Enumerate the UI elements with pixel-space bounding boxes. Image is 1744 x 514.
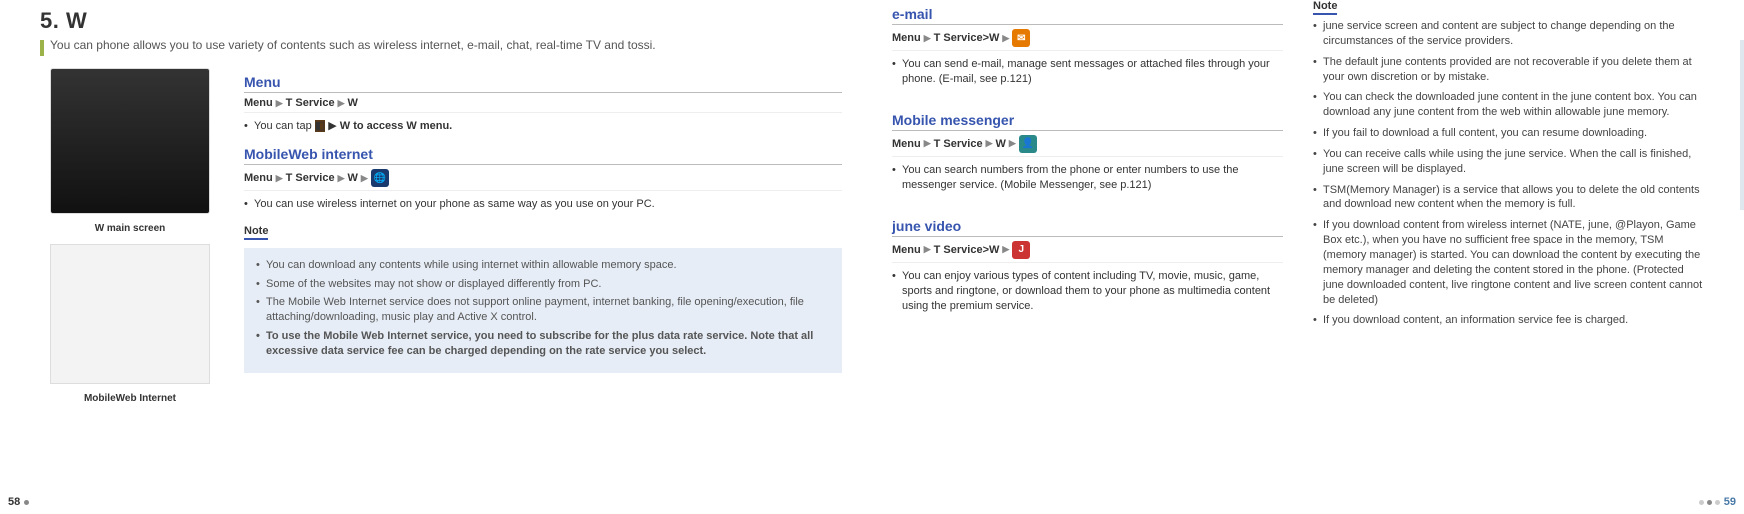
arrow-icon: ▶ [276, 98, 283, 109]
bullet-item: You can search numbers from the phone or… [892, 163, 1283, 194]
path-segment: Menu [244, 97, 273, 109]
page-left: 5. W You can phone allows you to use var… [0, 0, 872, 514]
bullet-item: You can use wireless internet on your ph… [244, 197, 842, 212]
arrow-icon: ▶ [1009, 138, 1016, 149]
arrow-icon: ▶ [924, 33, 931, 44]
messenger-icon: 👤 [1019, 135, 1037, 153]
dot-icon [24, 500, 29, 505]
path-segment: T Service>W [934, 244, 1000, 256]
note-box: You can download any contents while usin… [244, 248, 842, 373]
page-dots-left [24, 500, 29, 505]
bullet-item: You can tap ◧ ▶ W to access W menu. [244, 119, 842, 134]
note-item: If you fail to download a full content, … [1313, 126, 1704, 141]
section-email-bullets: You can send e-mail, manage sent message… [892, 57, 1283, 88]
right-column-b: Note june service screen and content are… [1313, 0, 1704, 334]
path-segment: T Service [286, 172, 335, 184]
note-item: Some of the websites may not show or dis… [256, 277, 830, 292]
bullet-item: You can enjoy various types of content i… [892, 269, 1283, 315]
note-item: If you download content, an information … [1313, 313, 1704, 328]
bullet-lead: You can tap [254, 120, 312, 132]
arrow-icon: ▶ [1002, 33, 1009, 44]
section-email-title: e-mail [892, 6, 1283, 25]
note-item: To use the Mobile Web Internet service, … [256, 329, 830, 359]
section-mobileweb-path: Menu ▶ T Service ▶ W ▶ 🌐 [244, 169, 842, 191]
note-item: The Mobile Web Internet service does not… [256, 295, 830, 325]
arrow-icon: ▶ [328, 120, 336, 132]
page-dots-right [1699, 500, 1720, 505]
june-icon: J [1012, 241, 1030, 259]
screenshot-label-2: MobileWeb Internet [40, 393, 220, 404]
arrow-icon: ▶ [924, 244, 931, 255]
intro-accent-bar [40, 40, 44, 56]
path-segment: Menu [244, 172, 273, 184]
note-item: If you download content from wireless in… [1313, 218, 1704, 307]
note-heading: Note [1313, 0, 1337, 15]
arrow-icon: ▶ [338, 173, 345, 184]
w-app-icon: ◧ [315, 120, 325, 132]
screenshot-column: W main screen MobileWeb Internet [40, 68, 220, 414]
dot-icon [1699, 500, 1704, 505]
note-item: You can download any contents while usin… [256, 258, 830, 273]
intro-row: You can phone allows you to use variety … [40, 38, 852, 56]
note-list-right: june service screen and content are subj… [1313, 19, 1704, 328]
path-segment: W [996, 138, 1006, 150]
section-menu-path: Menu ▶ T Service ▶ W [244, 97, 842, 113]
section-tab: 03 T Service [1740, 40, 1744, 210]
section-menu-title: Menu [244, 74, 842, 93]
section-mobileweb-title: MobileWeb internet [244, 146, 842, 165]
dot-icon [1707, 500, 1712, 505]
note-item: You can check the downloaded june conten… [1313, 90, 1704, 120]
arrow-icon: ▶ [1002, 244, 1009, 255]
path-segment: T Service [934, 138, 983, 150]
note-item: You can receive calls while using the ju… [1313, 147, 1704, 177]
screenshot-mobileweb [50, 244, 210, 384]
note-heading: Note [244, 225, 268, 240]
path-segment: Menu [892, 32, 921, 44]
note-item: june service screen and content are subj… [1313, 19, 1704, 49]
path-segment: Menu [892, 138, 921, 150]
arrow-icon: ▶ [924, 138, 931, 149]
arrow-icon: ▶ [986, 138, 993, 149]
path-segment: T Service [286, 97, 335, 109]
section-june-bullets: You can enjoy various types of content i… [892, 269, 1283, 315]
path-segment: T Service>W [934, 32, 1000, 44]
page-number-right: 59 [1724, 496, 1736, 508]
section-messenger-path: Menu ▶ T Service ▶ W ▶ 👤 [892, 135, 1283, 157]
section-email-path: Menu ▶ T Service>W ▶ ✉ [892, 29, 1283, 51]
screenshot-w-main [50, 68, 210, 214]
section-june-path: Menu ▶ T Service>W ▶ J [892, 241, 1283, 263]
right-column-a: e-mail Menu ▶ T Service>W ▶ ✉ You can se… [892, 0, 1283, 334]
intro-text: You can phone allows you to use variety … [50, 38, 656, 52]
path-segment: Menu [892, 244, 921, 256]
dot-icon [1715, 500, 1720, 505]
section-june-title: june video [892, 218, 1283, 237]
note-item: The default june contents provided are n… [1313, 55, 1704, 85]
chapter-heading: 5. W [40, 8, 852, 34]
path-segment: W [348, 172, 358, 184]
section-mobileweb-bullets: You can use wireless internet on your ph… [244, 197, 842, 212]
page-number-left: 58 [8, 496, 20, 508]
path-segment: W [348, 97, 358, 109]
note-item: TSM(Memory Manager) is a service that al… [1313, 183, 1704, 213]
page-right: e-mail Menu ▶ T Service>W ▶ ✉ You can se… [872, 0, 1744, 514]
mail-icon: ✉ [1012, 29, 1030, 47]
screenshot-label-1: W main screen [40, 223, 220, 234]
section-messenger-bullets: You can search numbers from the phone or… [892, 163, 1283, 194]
arrow-icon: ▶ [338, 98, 345, 109]
arrow-icon: ▶ [361, 173, 368, 184]
bullet-tail: W to access W menu. [340, 120, 452, 132]
arrow-icon: ▶ [276, 173, 283, 184]
globe-icon: 🌐 [371, 169, 389, 187]
section-messenger-title: Mobile messenger [892, 112, 1283, 131]
left-main-column: Menu Menu ▶ T Service ▶ W You can tap ◧ … [244, 68, 852, 414]
section-menu-bullets: You can tap ◧ ▶ W to access W menu. [244, 119, 842, 134]
bullet-item: You can send e-mail, manage sent message… [892, 57, 1283, 88]
